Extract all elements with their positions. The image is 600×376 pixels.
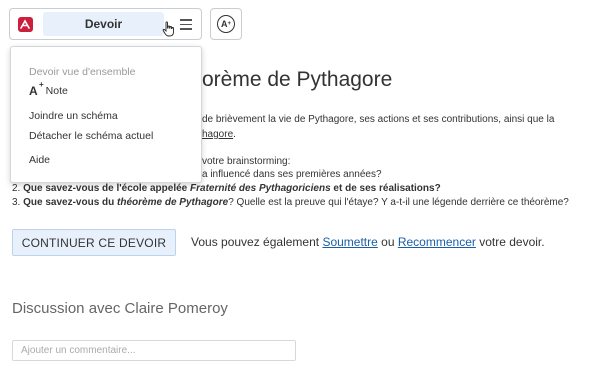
question-3-bold: Que savez-vous du [23,197,115,208]
question-2-bold-2: et de ses réalisations? [333,183,441,194]
actions-sentence: Vous pouvez également Soumettre ou Recom… [191,235,545,249]
question-3-number: 3. [12,197,21,208]
submit-link[interactable]: Soumettre [322,235,377,249]
menu-item-attach-diagram[interactable]: Joindre un schéma [29,110,118,122]
question-1-line-1: votre brainstorming: [202,156,291,167]
assignment-toolbar: Devoir [9,8,202,40]
brand-logo-icon [18,17,33,32]
accessibility-button[interactable]: A + [210,8,242,40]
menu-item-detach-diagram[interactable]: Détacher le schéma actuel [29,130,153,142]
hamburger-menu-icon[interactable] [180,19,192,30]
question-2-number: 2. [12,183,21,194]
question-3-rest: ? Quelle est la preuve qui l'étaye? Y a-… [228,197,569,208]
actions-suffix: votre devoir. [479,235,545,249]
note-icon: A + [29,80,44,98]
question-2-bold-1: Que savez-vous de l'école appelée [23,183,188,194]
question-3: 3. Que savez-vous du théorème de Pythago… [12,196,569,209]
question-1-line-2: a influencé dans ses premières années? [202,169,382,180]
menu-item-note-label: Note [45,85,68,97]
intro-line-2-suffix: . [233,129,236,140]
pointer-cursor-icon [162,21,174,37]
question-2-italic: Fraternité des Pythagoriciens [190,183,331,194]
intro-line-2: hagore. [202,127,592,142]
actions-or: ou [381,235,395,249]
text-size-icon: A + [217,15,235,33]
menu-item-help[interactable]: Aide [29,154,50,166]
assignment-title-button[interactable]: Devoir [43,12,164,36]
question-2: 2. Que savez-vous de l'école appelée Fra… [12,182,441,195]
intro-paragraph: de brièvement la vie de Pythagore, ses a… [202,112,592,142]
note-icon-letter: A [29,84,38,98]
menu-item-note[interactable]: A + Note [29,80,68,98]
restart-link[interactable]: Recommencer [398,235,476,249]
page-title: orème de Pythagore [202,68,393,91]
comment-input[interactable] [12,340,296,361]
question-3-italic: théorème de Pythagore [117,197,229,208]
actions-prefix: Vous pouvez également [191,235,320,249]
intro-line-1: de brièvement la vie de Pythagore, ses a… [202,114,555,125]
assignment-dropdown-menu: Devoir vue d'ensemble A + Note Joindre un… [10,46,202,183]
menu-item-overview: Devoir vue d'ensemble [29,66,136,78]
note-icon-plus: + [39,80,44,89]
intro-link-text: hagore [202,129,234,140]
continue-assignment-button[interactable]: CONTINUER CE DEVOIR [12,229,176,256]
discussion-title: Discussion avec Claire Pomeroy [12,300,228,317]
text-size-icon-plus: + [227,21,231,27]
